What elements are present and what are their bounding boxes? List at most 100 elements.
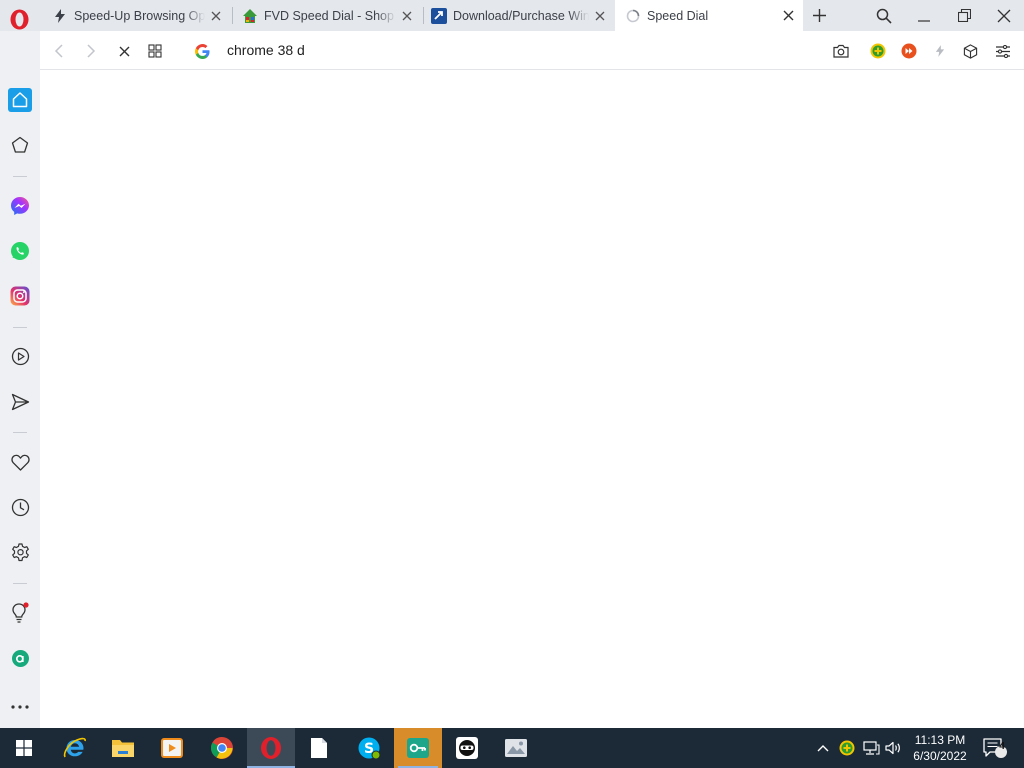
sidebar-item-features-tips[interactable] (8, 601, 32, 625)
flow-button[interactable] (929, 40, 951, 62)
taskbar-notepad[interactable] (295, 728, 343, 768)
sidebar-separator (13, 176, 27, 177)
vpn-key-icon (407, 738, 429, 758)
taskbar: S 11:13 PM 6/30/2022 4 (0, 728, 1024, 768)
chevron-up-icon (817, 745, 829, 752)
sidebar-item-send[interactable] (8, 390, 32, 414)
show-hidden-icons-button[interactable] (812, 728, 834, 768)
sidebar-item-home[interactable] (8, 88, 32, 112)
taskbar-vpn-key[interactable] (394, 728, 442, 768)
restore-button[interactable] (944, 0, 984, 31)
file-explorer-icon (112, 740, 134, 757)
sidebar-separator (13, 583, 27, 584)
sidebar-separator (13, 432, 27, 433)
taskbar-opera[interactable] (247, 728, 295, 768)
send-icon (11, 393, 29, 411)
browser-toolbar: chrome 38 d (40, 31, 1024, 70)
extension-green-button[interactable] (867, 40, 889, 62)
internet-explorer-icon (63, 737, 86, 758)
sidebar-item-history[interactable] (8, 495, 32, 519)
close-icon (119, 46, 129, 56)
taskbar-file-explorer[interactable] (99, 728, 147, 768)
lightning-icon (52, 8, 68, 24)
clock-time: 11:13 PM (914, 733, 966, 747)
taskbar-media-player[interactable] (148, 728, 196, 768)
instagram-icon (10, 286, 30, 306)
sidebar-item-messenger[interactable] (8, 194, 32, 218)
opera-menu-logo-icon[interactable] (8, 8, 31, 31)
close-window-button[interactable] (984, 0, 1024, 31)
tab-download-purchase-windows[interactable]: Download/Purchase Windows (421, 0, 615, 31)
tab-title: Speed-Up Browsing Options (74, 8, 205, 23)
history-icon (11, 498, 29, 516)
sliders-icon (996, 44, 1010, 58)
search-icon (876, 8, 892, 24)
tray-network[interactable] (860, 728, 882, 768)
sidebar-item-my-flow[interactable] (8, 450, 32, 474)
minimize-icon (918, 19, 930, 22)
tab-strip: Speed-Up Browsing Options FVD Speed Dial… (0, 0, 1024, 31)
sidebar-item-instagram[interactable] (8, 284, 32, 308)
more-icon (11, 705, 29, 709)
speed-dial-grid-button[interactable] (144, 40, 166, 62)
chrome-icon (211, 737, 233, 759)
notepad-icon (311, 738, 327, 758)
stop-loading-button[interactable] (113, 40, 135, 62)
tray-extension[interactable] (836, 728, 858, 768)
forward-button[interactable] (80, 40, 102, 62)
sidebar-item-bookmarks[interactable] (8, 133, 32, 157)
restore-icon (957, 9, 971, 22)
skype-icon: S (358, 737, 381, 760)
tab-speed-up-browsing[interactable]: Speed-Up Browsing Options (42, 0, 231, 31)
fvd-house-icon (242, 8, 258, 24)
tab-speed-dial[interactable]: Speed Dial (615, 0, 803, 31)
action-center-button[interactable]: 4 (980, 728, 1010, 768)
notification-count-badge: 4 (999, 741, 1005, 752)
photos-icon (505, 739, 527, 757)
home-icon (8, 88, 32, 112)
easy-setup-button[interactable] (992, 40, 1014, 62)
taskbar-skype[interactable]: S (345, 728, 393, 768)
aria-icon (11, 649, 29, 667)
tab-title: FVD Speed Dial - Shop & Apps (264, 8, 396, 23)
taskbar-chrome[interactable] (198, 728, 246, 768)
minimize-button[interactable] (904, 0, 944, 31)
sidebar-item-aria[interactable] (8, 646, 32, 670)
sidebar-more-button[interactable] (8, 695, 32, 719)
volume-icon (885, 741, 900, 755)
snapshot-button[interactable] (830, 40, 852, 62)
sidebar-item-whatsapp[interactable] (8, 239, 32, 263)
address-bar-input[interactable]: chrome 38 d (227, 42, 305, 58)
sidebar-item-player[interactable] (8, 344, 32, 368)
close-tab-icon[interactable] (589, 5, 611, 27)
back-arrow-icon (54, 44, 63, 58)
back-button[interactable] (48, 40, 70, 62)
sidebar-separator (13, 327, 27, 328)
taskbar-photos[interactable] (492, 728, 540, 768)
grid-icon (148, 44, 162, 58)
opera-icon (261, 737, 281, 759)
taskbar-clock[interactable]: 11:13 PM 6/30/2022 (902, 732, 978, 764)
camera-icon (833, 44, 849, 58)
close-icon (997, 9, 1011, 22)
plus-icon (812, 9, 826, 22)
google-icon (191, 40, 213, 62)
taskbar-ninja-app[interactable] (443, 728, 491, 768)
close-tab-icon[interactable] (777, 5, 799, 27)
forward-arrow-icon (87, 44, 96, 58)
whatsapp-icon (11, 242, 29, 260)
close-tab-icon[interactable] (396, 5, 418, 27)
tab-fvd-speed-dial-shop[interactable]: FVD Speed Dial - Shop & Apps (232, 0, 422, 31)
tab-title: Download/Purchase Windows (453, 8, 589, 23)
windows-start-button[interactable] (0, 728, 48, 768)
fast-forward-icon (901, 43, 917, 59)
extensions-button[interactable] (959, 40, 981, 62)
sidebar-item-settings[interactable] (8, 540, 32, 564)
download-site-icon (431, 7, 447, 24)
taskbar-internet-explorer[interactable] (51, 728, 99, 768)
close-tab-icon[interactable] (205, 5, 227, 27)
tab-search-button[interactable] (864, 0, 904, 31)
page-content (40, 70, 1024, 728)
new-tab-button[interactable] (799, 0, 839, 31)
extension-red-button[interactable] (898, 40, 920, 62)
